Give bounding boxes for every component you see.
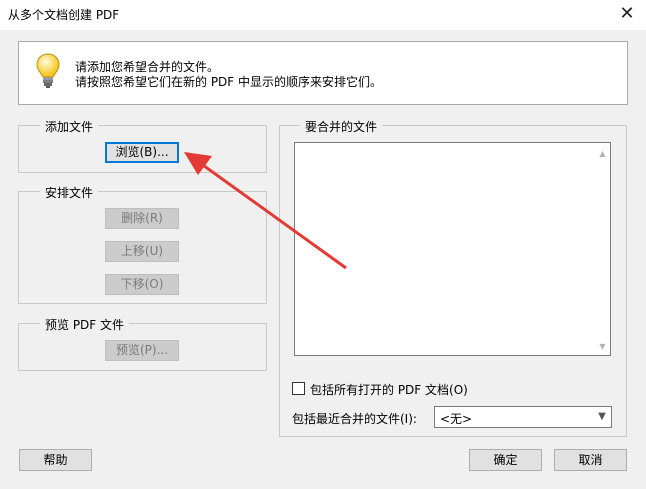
group-preview-title: 预览 PDF 文件 (40, 316, 130, 333)
group-merge-files-title: 要合并的文件 (300, 118, 383, 135)
include-open-checkbox[interactable] (292, 382, 305, 395)
delete-button[interactable]: 删除(R) (105, 208, 179, 229)
chevron-down-icon: ▼ (598, 411, 606, 422)
move-down-button[interactable]: 下移(O) (105, 274, 179, 295)
title-bar: 从多个文档创建 PDF ✕ (0, 0, 646, 30)
help-button[interactable]: 帮助 (19, 449, 92, 471)
scroll-down-icon[interactable]: ▼ (595, 339, 610, 354)
window-title: 从多个文档创建 PDF (8, 8, 120, 22)
recent-files-value: <无> (440, 412, 473, 426)
include-open-label[interactable]: 包括所有打开的 PDF 文档(O) (310, 381, 468, 398)
lightbulb-icon (36, 53, 60, 88)
info-text-line2: 请按照您希望它们在新的 PDF 中显示的顺序来安排它们。 (75, 75, 383, 89)
merge-file-list[interactable]: ▲ ▼ (294, 142, 611, 356)
close-icon[interactable]: ✕ (612, 2, 642, 26)
browse-button[interactable]: 浏览(B)... (105, 142, 179, 163)
recent-files-select[interactable]: <无> ▼ (434, 406, 612, 428)
cancel-button[interactable]: 取消 (554, 449, 627, 471)
scroll-up-icon[interactable]: ▲ (595, 146, 610, 161)
recent-files-label: 包括最近合并的文件(I): (292, 412, 417, 426)
info-panel: 请添加您希望合并的文件。 请按照您希望它们在新的 PDF 中显示的顺序来安排它们… (18, 41, 628, 105)
vertical-scrollbar[interactable]: ▲ ▼ (595, 144, 610, 354)
group-add-files-title: 添加文件 (40, 118, 99, 135)
group-arrange-files-title: 安排文件 (40, 184, 99, 201)
move-up-button[interactable]: 上移(U) (105, 241, 179, 262)
ok-button[interactable]: 确定 (469, 449, 542, 471)
preview-button[interactable]: 预览(P)... (105, 340, 179, 361)
